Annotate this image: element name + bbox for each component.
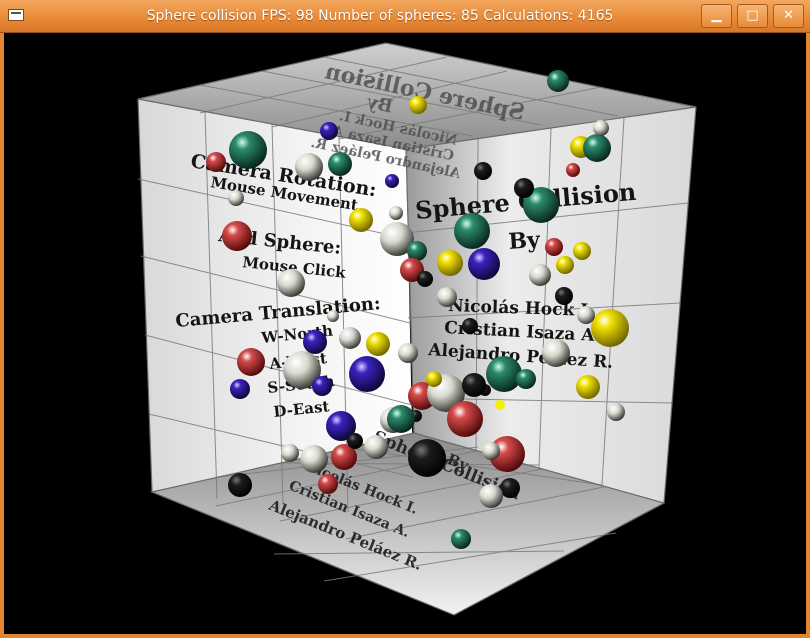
sphere	[573, 242, 591, 260]
window-icon[interactable]	[8, 9, 24, 21]
sphere	[237, 348, 265, 376]
window-frame-bottom	[0, 634, 810, 638]
sphere	[576, 375, 600, 399]
opengl-viewport[interactable]: Sphere Collision By Nicolás Hock I. Cris…	[4, 33, 806, 634]
sphere	[486, 356, 522, 392]
sphere	[437, 287, 457, 307]
minimize-button[interactable]: ▁	[701, 4, 732, 28]
close-button[interactable]: ✕	[773, 4, 804, 28]
sphere	[545, 238, 563, 256]
sphere	[547, 70, 569, 92]
sphere	[482, 442, 500, 460]
sphere	[451, 529, 471, 549]
sphere	[398, 343, 418, 363]
sphere	[228, 190, 244, 206]
sphere	[408, 439, 446, 477]
sphere	[385, 174, 399, 188]
sphere	[555, 287, 573, 305]
sphere	[417, 271, 433, 287]
sphere	[462, 373, 486, 397]
sphere	[230, 379, 250, 399]
sphere	[556, 256, 574, 274]
sphere	[566, 163, 580, 177]
title-bar[interactable]: Sphere collision FPS: 98 Number of spher…	[0, 0, 810, 33]
sphere	[277, 269, 305, 297]
sphere	[447, 401, 483, 437]
maximize-button[interactable]: □	[737, 4, 768, 28]
sphere	[303, 330, 327, 354]
right-wall-by: By	[508, 227, 542, 255]
sphere	[514, 178, 534, 198]
sphere	[339, 327, 361, 349]
sphere	[542, 339, 570, 367]
sphere	[312, 376, 332, 396]
sphere	[389, 206, 403, 220]
app-window: Sphere collision FPS: 98 Number of spher…	[0, 0, 810, 638]
sphere	[607, 403, 625, 421]
sphere	[320, 122, 338, 140]
sphere	[206, 152, 226, 172]
sphere	[228, 473, 252, 497]
scene-canvas[interactable]: Sphere Collision By Nicolás Hock I. Cris…	[4, 33, 806, 634]
sphere	[462, 318, 478, 334]
sphere	[295, 153, 323, 181]
sphere	[409, 96, 427, 114]
sphere	[454, 213, 490, 249]
sphere	[328, 152, 352, 176]
sphere	[593, 120, 609, 136]
sphere	[281, 444, 299, 462]
sphere	[300, 445, 328, 473]
sphere	[479, 484, 503, 508]
window-title: Sphere collision FPS: 98 Number of spher…	[146, 8, 614, 24]
sphere	[577, 306, 595, 324]
sphere	[407, 241, 427, 261]
sphere	[529, 264, 551, 286]
sphere	[474, 162, 492, 180]
sphere	[426, 371, 442, 387]
sphere	[366, 332, 390, 356]
sphere	[349, 208, 373, 232]
sphere	[229, 131, 267, 169]
sphere	[500, 478, 520, 498]
sphere	[349, 356, 385, 392]
sphere	[222, 221, 252, 251]
sphere	[364, 435, 388, 459]
sphere	[591, 309, 629, 347]
sphere	[318, 474, 338, 494]
sphere	[387, 405, 415, 433]
sphere	[468, 248, 500, 280]
sphere	[327, 310, 339, 322]
sphere	[583, 134, 611, 162]
sphere	[347, 433, 363, 449]
sphere	[495, 400, 505, 410]
sphere	[516, 369, 536, 389]
sphere	[437, 250, 463, 276]
window-frame-right	[806, 33, 810, 638]
